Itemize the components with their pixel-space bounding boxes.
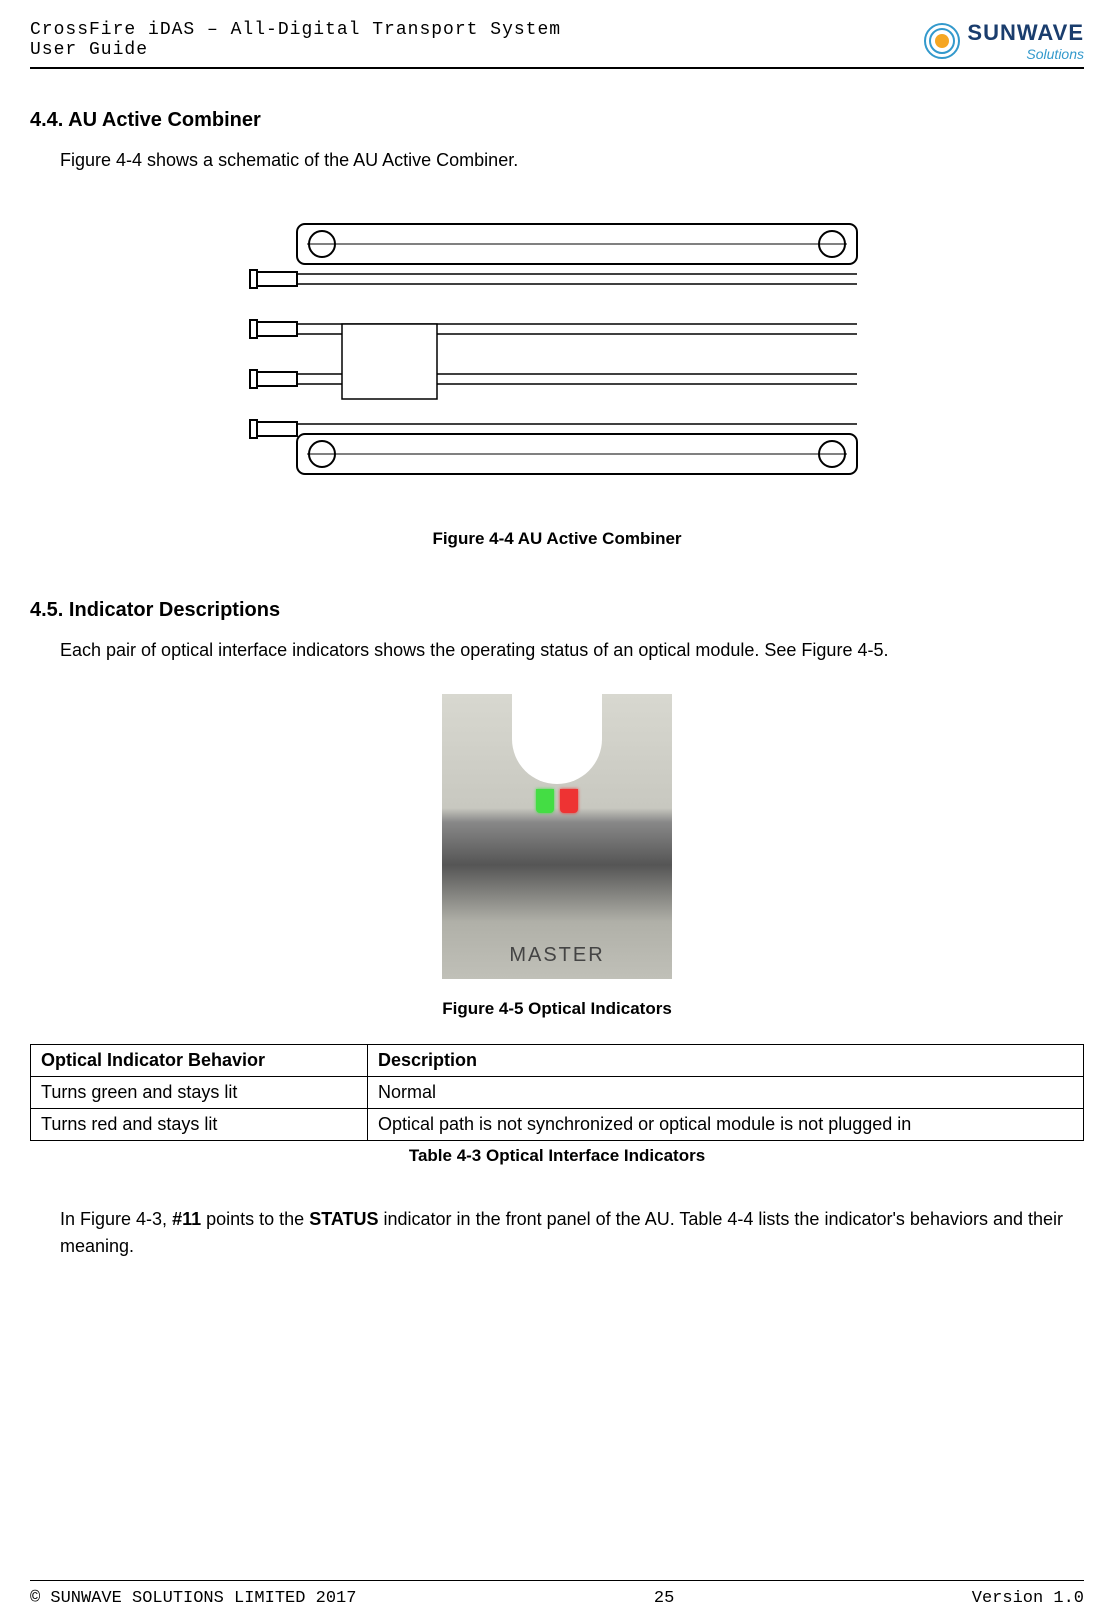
figure-caption: Figure 4-5 Optical Indicators	[30, 999, 1084, 1019]
closing-text: In Figure 4-3, #11 points to the STATUS …	[60, 1206, 1084, 1260]
table-cell: Turns green and stays lit	[31, 1077, 368, 1109]
text-bold: STATUS	[309, 1209, 378, 1229]
page-number: 25	[654, 1589, 674, 1608]
section-4-4: 4.4. AU Active Combiner Figure 4-4 shows…	[30, 109, 1084, 549]
body-text: Each pair of optical interface indicator…	[60, 637, 1084, 664]
figure-4-4: Figure 4-4 AU Active Combiner	[30, 204, 1084, 549]
table-row: Turns green and stays lit Normal	[31, 1077, 1084, 1109]
led-red-icon	[560, 789, 578, 813]
text-part: points to the	[201, 1209, 309, 1229]
table-caption: Table 4-3 Optical Interface Indicators	[30, 1146, 1084, 1166]
logo-text: SUNWAVE Solutions	[967, 20, 1084, 62]
section-heading: 4.4. AU Active Combiner	[30, 109, 1084, 132]
header-logo: SUNWAVE Solutions	[922, 20, 1084, 62]
table-row: Turns red and stays lit Optical path is …	[31, 1109, 1084, 1141]
section-4-5: 4.5. Indicator Descriptions Each pair of…	[30, 599, 1084, 1260]
indicator-photo: MASTER	[442, 694, 672, 979]
table-cell: Normal	[367, 1077, 1083, 1109]
table-header: Description	[367, 1045, 1083, 1077]
section-heading: 4.5. Indicator Descriptions	[30, 599, 1084, 622]
schematic-image	[247, 204, 867, 494]
figure-caption: Figure 4-4 AU Active Combiner	[30, 529, 1084, 549]
led-indicators	[536, 789, 578, 813]
sun-icon	[922, 21, 962, 61]
page-header: CrossFire iDAS – All-Digital Transport S…	[30, 20, 1084, 69]
doc-title: CrossFire iDAS – All-Digital Transport S…	[30, 20, 561, 40]
table-header-row: Optical Indicator Behavior Description	[31, 1045, 1084, 1077]
indicator-table: Optical Indicator Behavior Description T…	[30, 1044, 1084, 1141]
logo: SUNWAVE Solutions	[922, 20, 1084, 62]
led-green-icon	[536, 789, 554, 813]
version: Version 1.0	[972, 1589, 1084, 1608]
photo-label: MASTER	[509, 944, 604, 967]
page-footer: © SUNWAVE SOLUTIONS LIMITED 2017 25 Vers…	[30, 1580, 1084, 1608]
body-text: Figure 4-4 shows a schematic of the AU A…	[60, 147, 1084, 174]
text-part: In Figure 4-3,	[60, 1209, 172, 1229]
table-header: Optical Indicator Behavior	[31, 1045, 368, 1077]
doc-subtitle: User Guide	[30, 40, 561, 60]
page-content: 4.4. AU Active Combiner Figure 4-4 shows…	[30, 69, 1084, 1260]
figure-4-5: MASTER Figure 4-5 Optical Indicators	[30, 694, 1084, 1019]
logo-brand: SUNWAVE	[967, 20, 1084, 46]
table-cell: Turns red and stays lit	[31, 1109, 368, 1141]
logo-sub: Solutions	[967, 46, 1084, 62]
text-bold: #11	[172, 1209, 201, 1229]
table-cell: Optical path is not synchronized or opti…	[367, 1109, 1083, 1141]
copyright: © SUNWAVE SOLUTIONS LIMITED 2017	[30, 1589, 356, 1608]
header-title: CrossFire iDAS – All-Digital Transport S…	[30, 20, 561, 60]
